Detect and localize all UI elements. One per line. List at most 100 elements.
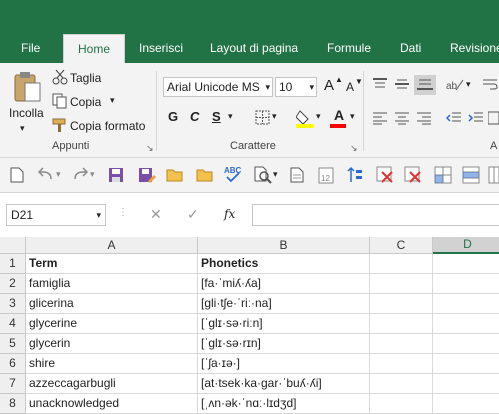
paste-button[interactable]: Incolla	[9, 106, 44, 120]
font-name-select[interactable]: Arial Unicode MS ▾	[163, 77, 273, 97]
cell-d[interactable]	[433, 334, 499, 354]
print-dropdown-icon[interactable]: ▾	[273, 169, 278, 180]
tab-formule[interactable]: Formule	[327, 34, 371, 63]
cell-a[interactable]: glicerina	[26, 294, 198, 314]
cell-a[interactable]: shire	[26, 354, 198, 374]
tab-inserisci[interactable]: Inserisci	[139, 34, 183, 63]
cell-b[interactable]: Phonetics	[198, 254, 370, 274]
paste-dropdown-icon[interactable]: ▾	[20, 123, 25, 134]
document-icon[interactable]	[290, 167, 304, 183]
cell-a[interactable]: azzeccagarbugli	[26, 374, 198, 394]
font-launcher-icon[interactable]: ↘	[350, 143, 358, 154]
cell-b[interactable]: [ˌʌn·ək·ˈnɑː·lɪdʒd]	[198, 394, 370, 414]
italic-button[interactable]: C	[190, 109, 199, 124]
redo-icon[interactable]	[72, 167, 88, 181]
insert-function-button[interactable]: fx	[224, 207, 235, 221]
align-middle-icon[interactable]	[394, 77, 410, 91]
cell-d[interactable]	[433, 254, 499, 274]
bold-button[interactable]: G	[168, 109, 178, 124]
cell-a[interactable]: glycerin	[26, 334, 198, 354]
align-right-icon[interactable]	[416, 111, 432, 125]
cell-c[interactable]	[370, 314, 433, 334]
new-document-icon[interactable]	[10, 167, 24, 183]
column-header-b[interactable]: B	[198, 237, 370, 254]
cell-d[interactable]	[433, 374, 499, 394]
undo-icon[interactable]	[38, 167, 54, 181]
row-header[interactable]: 1	[0, 254, 26, 274]
row-header[interactable]: 8	[0, 394, 26, 414]
align-top-icon[interactable]	[372, 77, 388, 91]
clipboard-launcher-icon[interactable]: ↘	[146, 143, 154, 154]
row-header[interactable]: 6	[0, 354, 26, 374]
column-header-c[interactable]: C	[370, 237, 433, 254]
select-all-corner[interactable]	[0, 237, 26, 254]
cell-d[interactable]	[433, 314, 499, 334]
fill-color-icon[interactable]	[296, 108, 314, 128]
tab-file[interactable]: File	[21, 34, 40, 63]
wrap-text-icon[interactable]	[482, 77, 498, 91]
cell-b[interactable]: [fa·ˈmiʎ·ʎa]	[198, 274, 370, 294]
shrink-font-button[interactable]: A	[346, 80, 354, 94]
sort-icon[interactable]	[346, 166, 364, 184]
delete-rows-icon[interactable]	[376, 166, 394, 184]
format-painter-icon[interactable]	[52, 117, 68, 133]
align-center-icon[interactable]	[394, 111, 410, 125]
cell-b[interactable]: [ˈglɪ·sə·riːn]	[198, 314, 370, 334]
redo-dropdown-icon[interactable]: ▾	[90, 169, 95, 180]
cell-a[interactable]: glycerine	[26, 314, 198, 334]
copy-icon[interactable]	[52, 93, 68, 109]
insert-cells-icon[interactable]	[434, 166, 452, 184]
font-color-dropdown-icon[interactable]: ▾	[350, 111, 355, 122]
insert-rows-icon[interactable]	[462, 166, 480, 184]
tab-revisione[interactable]: Revisione	[450, 34, 499, 63]
cell-d[interactable]	[433, 294, 499, 314]
name-box[interactable]: D21 ▾	[6, 204, 106, 226]
cell-b[interactable]: [gli·tʃe·ˈriː·na]	[198, 294, 370, 314]
delete-columns-icon[interactable]	[404, 166, 422, 184]
cell-c[interactable]	[370, 274, 433, 294]
cell-d[interactable]	[433, 354, 499, 374]
underline-dropdown-icon[interactable]: ▾	[228, 111, 233, 122]
open-folder-icon[interactable]	[166, 167, 184, 183]
tab-dati[interactable]: Dati	[400, 34, 421, 63]
row-header[interactable]: 7	[0, 374, 26, 394]
align-bottom-icon[interactable]	[414, 75, 436, 95]
borders-icon[interactable]	[255, 110, 271, 126]
undo-dropdown-icon[interactable]: ▾	[56, 169, 61, 180]
borders-dropdown-icon[interactable]: ▾	[272, 111, 277, 122]
paste-icon[interactable]	[12, 71, 42, 103]
orientation-icon[interactable]: ab	[446, 77, 464, 91]
folder-icon[interactable]	[196, 167, 214, 183]
font-size-select[interactable]: 10 ▾	[275, 77, 317, 97]
formula-input[interactable]	[252, 204, 499, 226]
cell-c[interactable]	[370, 354, 433, 374]
cell-a[interactable]: unacknowledged	[26, 394, 198, 414]
cell-b[interactable]: [at·tsek·ka·gar·ˈbuʎ·ʎi]	[198, 374, 370, 394]
cell-d[interactable]	[433, 394, 499, 414]
increase-indent-icon[interactable]	[468, 111, 484, 125]
cell-d[interactable]	[433, 274, 499, 294]
save-icon[interactable]	[108, 167, 124, 183]
row-header[interactable]: 3	[0, 294, 26, 314]
row-header[interactable]: 5	[0, 334, 26, 354]
font-color-button[interactable]: A	[334, 107, 344, 123]
cell-c[interactable]	[370, 334, 433, 354]
cancel-icon[interactable]: ✕	[150, 206, 162, 223]
row-header[interactable]: 2	[0, 274, 26, 294]
enter-icon[interactable]: ✓	[187, 206, 199, 223]
column-header-d[interactable]: D	[433, 237, 499, 254]
tab-home[interactable]: Home	[63, 34, 125, 63]
decrease-indent-icon[interactable]	[446, 111, 462, 125]
copy-button[interactable]: Copia	[70, 95, 101, 109]
grow-font-button[interactable]: A	[324, 77, 334, 94]
format-painter-button[interactable]: Copia formato	[70, 119, 145, 133]
tab-layout[interactable]: Layout di pagina	[210, 34, 298, 63]
cell-c[interactable]	[370, 254, 433, 274]
orientation-dropdown-icon[interactable]: ▾	[466, 79, 471, 90]
spelling-icon[interactable]: ABC	[224, 164, 242, 184]
copy-dropdown-icon[interactable]: ▾	[110, 95, 115, 106]
fill-dropdown-icon[interactable]: ▾	[316, 111, 321, 122]
cut-button[interactable]: Taglia	[70, 71, 101, 85]
cell-b[interactable]: [ˈglɪ·sə·rɪn]	[198, 334, 370, 354]
column-header-a[interactable]: A	[26, 237, 198, 254]
